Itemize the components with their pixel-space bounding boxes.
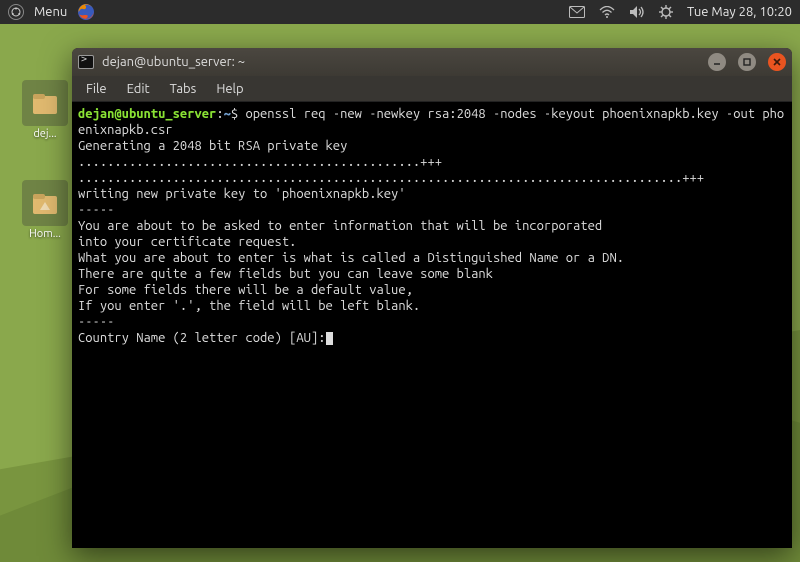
top-panel: Menu Tue May 28, 10:20 [0,0,800,24]
wifi-icon[interactable] [599,6,615,18]
home-folder-icon [22,180,68,226]
output-line: ........................................… [78,155,442,169]
volume-icon[interactable] [629,5,645,19]
window-title: dejan@ubuntu_server: ~ [102,55,696,69]
menu-file[interactable]: File [78,80,115,98]
terminal-output[interactable]: dejan@ubuntu_server:~$ openssl req -new … [72,102,792,548]
output-line: ----- [78,203,114,217]
output-line: Generating a 2048 bit RSA private key [78,139,347,153]
prompt-user-host: dejan@ubuntu_server [78,107,216,121]
output-line: into your certificate request. [78,235,296,249]
ubuntu-logo-icon[interactable] [8,4,24,20]
output-line: What you are about to enter is what is c… [78,251,624,265]
window-close-button[interactable] [768,53,786,71]
power-cog-icon[interactable] [659,5,673,19]
window-maximize-button[interactable] [738,53,756,71]
prompt-sigil: $ [231,107,246,121]
terminal-window: dejan@ubuntu_server: ~ File Edit Tabs He… [72,48,792,548]
menu-help[interactable]: Help [208,80,251,98]
output-line: ----- [78,315,114,329]
desktop-icon[interactable]: dej... [10,80,80,140]
menu-label[interactable]: Menu [34,5,67,19]
window-titlebar[interactable]: dejan@ubuntu_server: ~ [72,48,792,76]
output-line: ........................................… [78,171,704,185]
terminal-app-icon [78,55,94,69]
terminal-menubar: File Edit Tabs Help [72,76,792,102]
mail-icon[interactable] [569,6,585,18]
menu-edit[interactable]: Edit [119,80,158,98]
clock[interactable]: Tue May 28, 10:20 [687,5,792,19]
menu-tabs[interactable]: Tabs [162,80,205,98]
desktop-icon[interactable]: Hom... [10,180,80,240]
output-line: You are about to be asked to enter infor… [78,219,602,233]
text-cursor [326,332,333,345]
output-line: For some fields there will be a default … [78,283,413,297]
window-minimize-button[interactable] [708,53,726,71]
desktop-icon-label: Hom... [10,228,80,240]
firefox-icon[interactable] [77,3,95,21]
user-home-icon [22,80,68,126]
output-line: If you enter '.', the field will be left… [78,299,420,313]
prompt-path: ~ [224,107,231,121]
prompt-colon: : [216,107,223,121]
output-line: writing new private key to 'phoenixnapkb… [78,187,406,201]
desktop-icon-label: dej... [10,128,80,140]
output-line: There are quite a few fields but you can… [78,267,493,281]
output-prompt-line: Country Name (2 letter code) [AU]: [78,331,326,345]
